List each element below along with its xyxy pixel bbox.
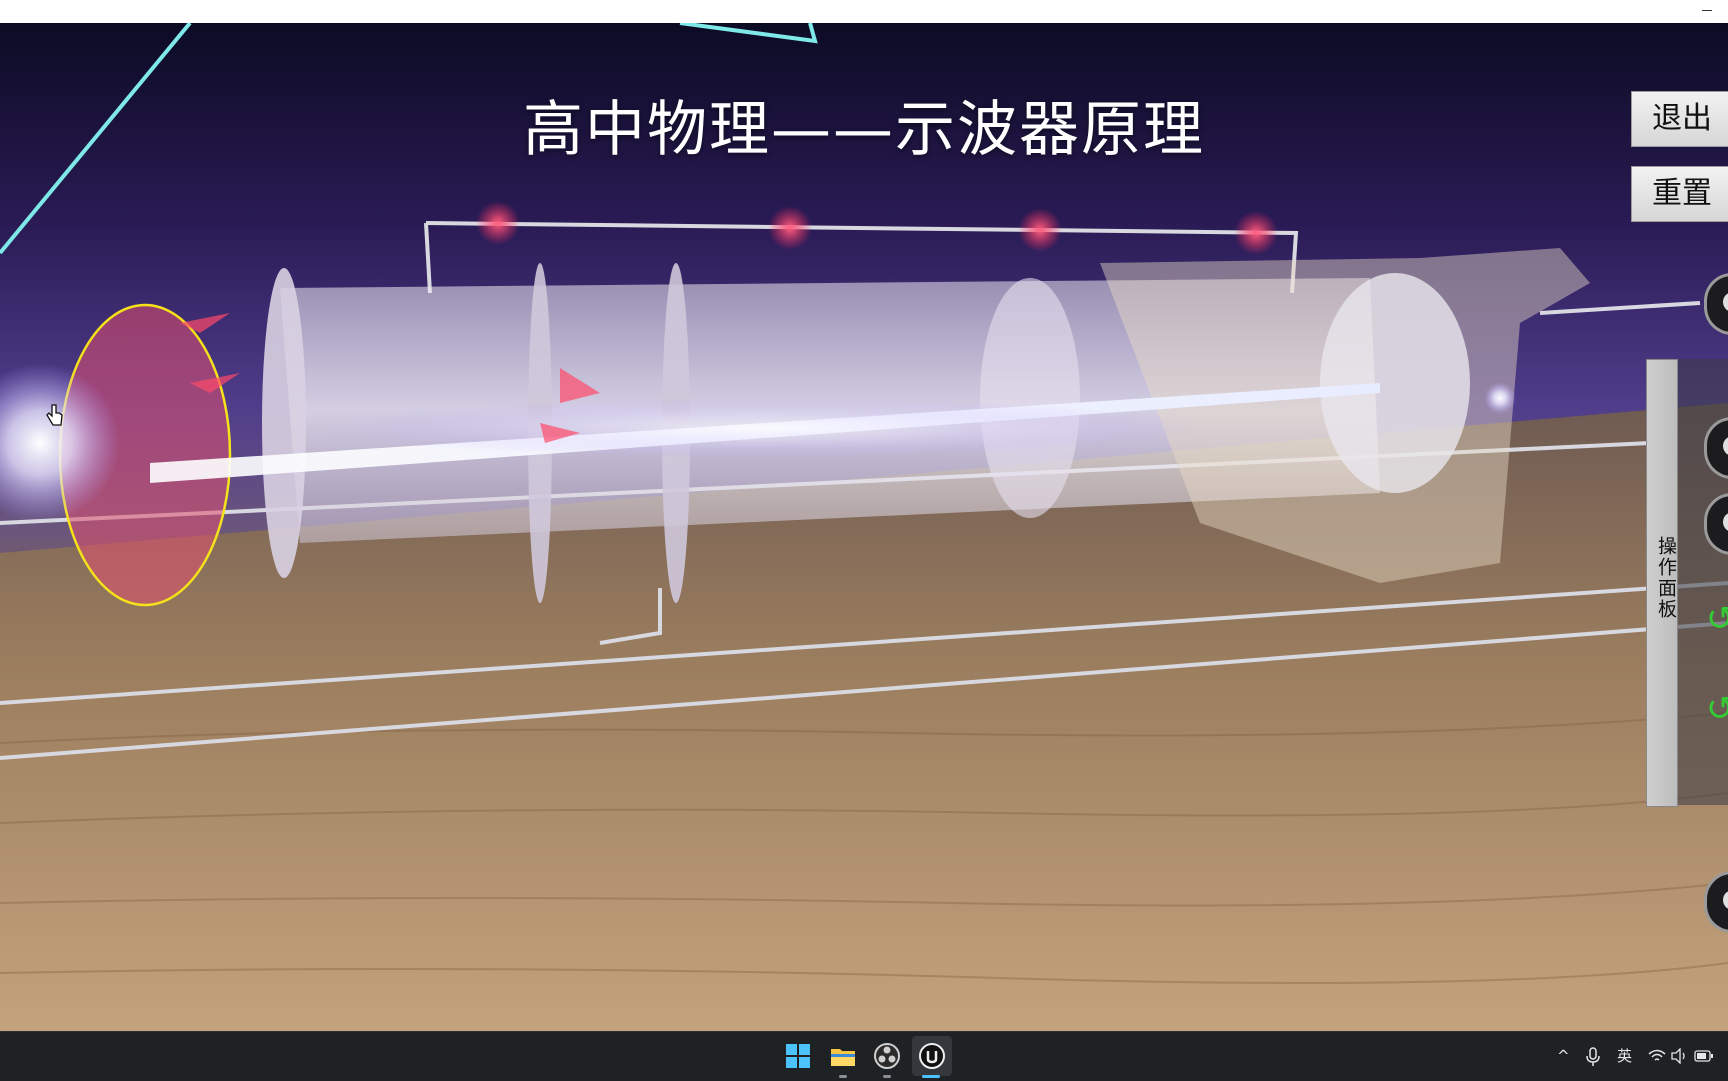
control-knob-3[interactable]: [1704, 493, 1728, 555]
taskbar: ^ 英: [0, 1031, 1728, 1081]
wifi-icon[interactable]: [1648, 1049, 1666, 1063]
rotate-arrow-icon[interactable]: ↺: [1706, 689, 1728, 729]
speaker-icon[interactable]: [1671, 1048, 1687, 1064]
ime-indicator[interactable]: 英: [1617, 1032, 1632, 1081]
minimize-button[interactable]: [1694, 0, 1720, 23]
unreal-engine-icon[interactable]: [918, 1042, 946, 1070]
unreal-engine-indicator: [922, 1075, 940, 1078]
focus-cylinder-end: [980, 278, 1080, 518]
control-panel-label: 操作面板: [1655, 536, 1677, 620]
control-panel-tab[interactable]: 操作面板: [1646, 359, 1678, 807]
window-titlebar: [0, 0, 1728, 23]
file-explorer-indicator: [839, 1075, 847, 1078]
oscilloscope-scene: [0, 23, 1728, 1031]
file-explorer-icon[interactable]: [829, 1042, 857, 1070]
screen-disc: [1320, 273, 1470, 493]
control-panel-body: ↺ ↺: [1676, 359, 1728, 805]
rotate-arrow-icon[interactable]: ↺: [1706, 599, 1728, 639]
simulation-title: 高中物理——示波器原理: [523, 95, 1205, 165]
cathode-disc: [262, 268, 306, 578]
obs-icon[interactable]: [873, 1042, 901, 1070]
reset-button[interactable]: 重置: [1631, 166, 1728, 222]
control-knob-2[interactable]: [1704, 417, 1728, 479]
microphone-icon[interactable]: [1586, 1047, 1600, 1067]
tray-expand-icon[interactable]: ^: [1557, 1032, 1570, 1081]
hand-cursor-icon: [46, 404, 63, 426]
obs-indicator: [883, 1075, 891, 1078]
exit-button[interactable]: 退出: [1631, 91, 1728, 147]
windows-start-icon[interactable]: [784, 1042, 812, 1070]
simulation-viewport[interactable]: 高中物理——示波器原理 退出 重置 ↺ ↺ 操作面板: [0, 23, 1728, 1031]
battery-icon[interactable]: [1694, 1048, 1714, 1064]
